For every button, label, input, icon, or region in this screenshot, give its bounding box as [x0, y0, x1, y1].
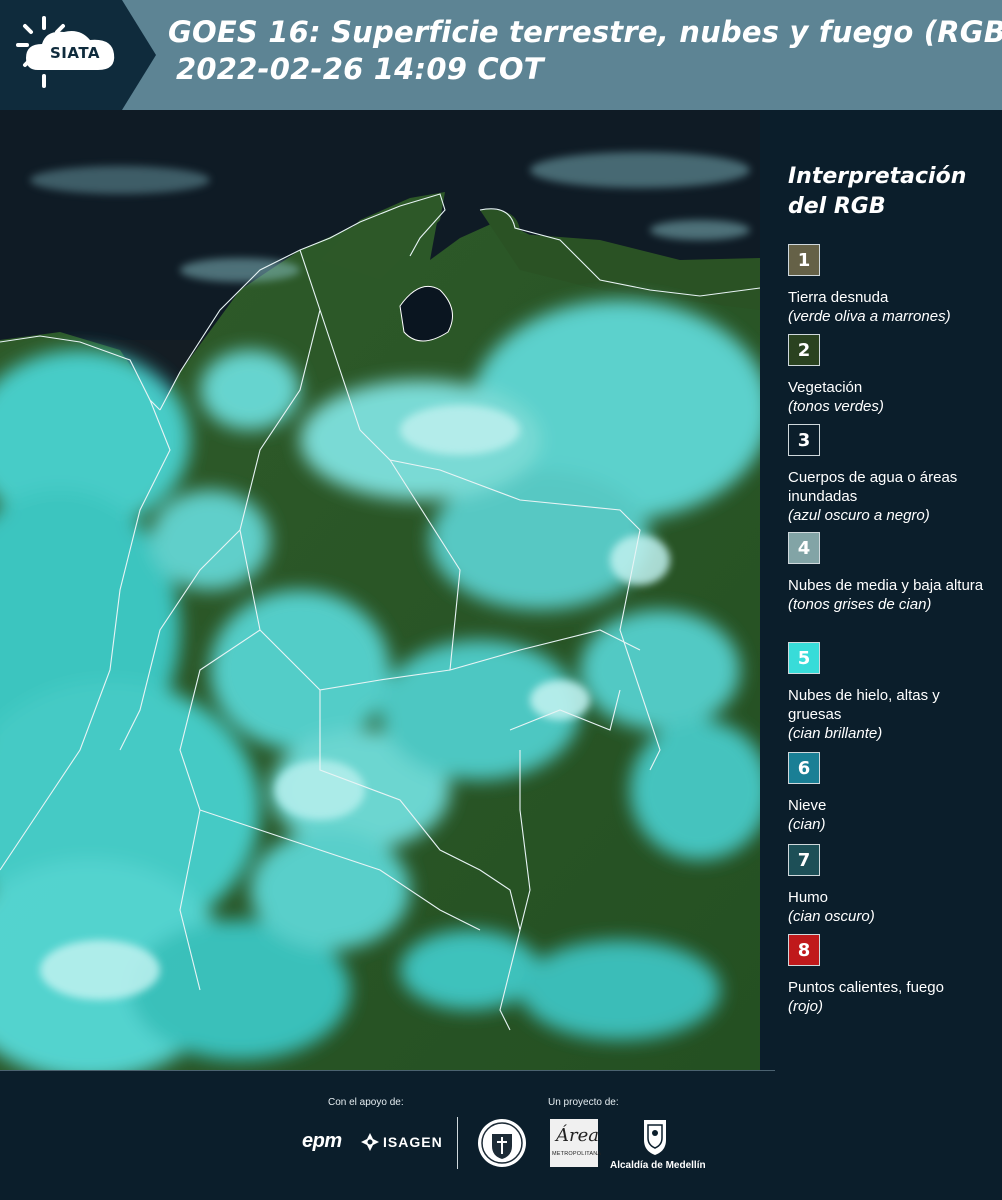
legend-swatch: 6	[788, 752, 820, 784]
legend-label: Tierra desnuda	[788, 289, 889, 306]
legend-swatch: 4	[788, 532, 820, 564]
footer: Con el apoyo de: Un proyecto de: epm ISA…	[0, 1070, 1002, 1200]
legend-item: 5 Nubes de hielo, altas y gruesas (cian …	[788, 642, 988, 743]
alcaldia-shield-icon	[644, 1120, 666, 1155]
header: SIATA GOES 16: Superficie terrestre, nub…	[0, 0, 1002, 110]
legend-label: Humo	[788, 889, 829, 906]
isagen-icon	[361, 1133, 379, 1151]
university-seal-icon	[478, 1119, 526, 1167]
satellite-map	[0, 110, 760, 1070]
page-title: GOES 16: Superficie terrestre, nubes y f…	[168, 14, 1002, 88]
legend-label: Nubes de media y baja altura	[788, 577, 984, 594]
legend-sub: (rojo)	[788, 998, 824, 1015]
legend-item: 3 Cuerpos de agua o áreas inundadas (azu…	[788, 424, 988, 525]
legend-swatch: 8	[788, 934, 820, 966]
epm-logo: epm	[302, 1130, 342, 1152]
alcaldia-logo-text: Alcaldía de Medellín	[610, 1160, 706, 1171]
legend-swatch: 1	[788, 244, 820, 276]
isagen-logo: ISAGEN	[383, 1134, 443, 1150]
legend-label: Nieve	[788, 797, 827, 814]
legend-title: Interpretación del RGB	[788, 164, 967, 219]
legend-sub: (cian brillante)	[788, 725, 883, 742]
legend-sub: (cian oscuro)	[788, 908, 875, 925]
satellite-image	[0, 110, 760, 1070]
area-metropolitana-logo: Área METROPOLITANA	[550, 1119, 602, 1167]
support-caption: Con el apoyo de:	[328, 1097, 404, 1108]
legend-swatch: 3	[788, 424, 820, 456]
area-logo-metro: METROPOLITANA	[552, 1151, 602, 1157]
footer-divider	[0, 1070, 775, 1071]
legend-label: Nubes de hielo, altas y gruesas	[788, 687, 940, 723]
legend-sub: (tonos grises de cian)	[788, 596, 932, 613]
legend-sub: (azul oscuro a negro)	[788, 507, 930, 524]
legend-item: 1 Tierra desnuda (verde oliva a marrones…	[788, 244, 988, 326]
siata-logo: SIATA	[0, 0, 156, 110]
project-caption: Un proyecto de:	[548, 1097, 619, 1108]
legend-item: 8 Puntos calientes, fuego (rojo)	[788, 934, 988, 1016]
siata-logo-text: SIATA	[50, 44, 101, 62]
legend-sub: (tonos verdes)	[788, 398, 884, 415]
title-line-2: 2022-02-26 14:09 COT	[176, 52, 544, 86]
legend-label: Cuerpos de agua o áreas inundadas	[788, 469, 958, 505]
legend-item: 2 Vegetación (tonos verdes)	[788, 334, 988, 416]
footer-separator	[457, 1117, 458, 1169]
legend-swatch: 5	[788, 642, 820, 674]
area-logo-script: Área	[556, 1125, 599, 1146]
legend-swatch: 7	[788, 844, 820, 876]
legend-item: 6 Nieve (cian)	[788, 752, 988, 834]
legend-swatch: 2	[788, 334, 820, 366]
legend-sub: (cian)	[788, 816, 826, 833]
legend-sub: (verde oliva a marrones)	[788, 308, 951, 325]
legend-label: Vegetación	[788, 379, 863, 396]
legend-label: Puntos calientes, fuego	[788, 979, 944, 996]
title-line-1: GOES 16: Superficie terrestre, nubes y f…	[168, 15, 1002, 49]
legend-panel: Interpretación del RGB 1 Tierra desnuda …	[760, 110, 1002, 1070]
legend-item: 4 Nubes de media y baja altura (tonos gr…	[788, 532, 988, 614]
legend-item: 7 Humo (cian oscuro)	[788, 844, 988, 926]
